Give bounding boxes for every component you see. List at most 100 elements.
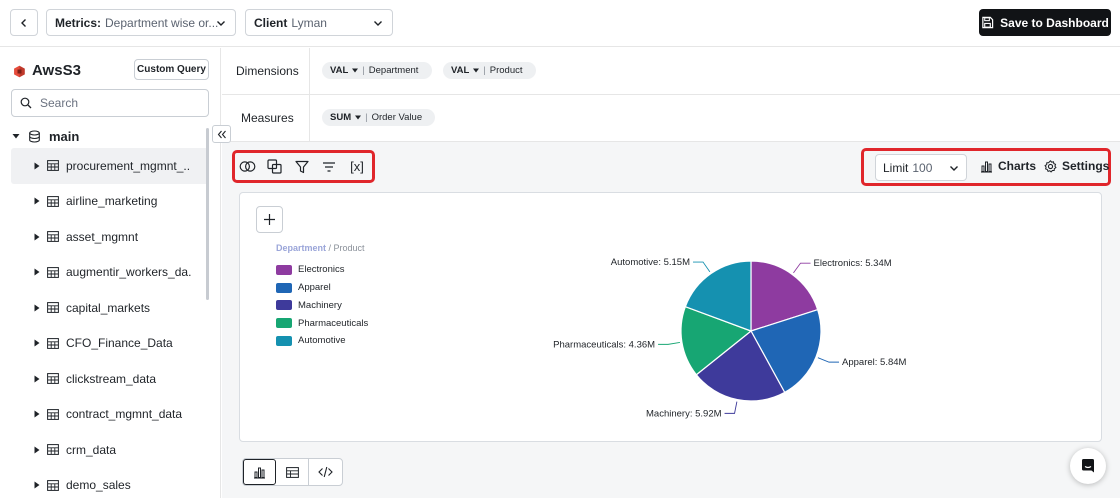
- caret-down-icon: [473, 68, 480, 73]
- caret-right-icon: [34, 375, 40, 383]
- table-view-button[interactable]: [276, 459, 309, 485]
- pie-data-label: Electronics: 5.34M: [814, 258, 892, 269]
- view-switch: [242, 458, 343, 486]
- source-title: AwsS3: [32, 62, 81, 79]
- table-list: procurement_mgmnt_... airline_marketing …: [11, 148, 209, 498]
- chart-tools: [x]: [232, 150, 375, 183]
- table-name: asset_mgmnt: [66, 229, 139, 244]
- sort-button[interactable]: [320, 158, 337, 175]
- database-name: main: [49, 128, 80, 144]
- bar-chart-icon: [981, 161, 992, 173]
- table-item[interactable]: CFO_Finance_Data: [11, 326, 209, 362]
- chart-controls: Limit 100 Charts Settings: [861, 148, 1111, 186]
- union-icon: [267, 159, 282, 174]
- limit-label: Limit: [883, 160, 909, 175]
- client-select[interactable]: Client Lyman: [245, 9, 393, 36]
- pill-field: Product: [489, 65, 523, 76]
- table-icon: [47, 373, 59, 385]
- sidebar-scrollbar[interactable]: [206, 128, 209, 300]
- table-name: augmentir_workers_da...: [66, 265, 191, 280]
- metrics-value: Department wise or...: [105, 15, 219, 30]
- pie-label-leader: [658, 342, 680, 345]
- table-item[interactable]: clickstream_data: [11, 361, 209, 397]
- table-icon: [47, 160, 59, 172]
- table-name: demo_sales: [66, 478, 131, 493]
- table-icon: [285, 466, 299, 478]
- join-icon: [239, 161, 256, 172]
- caret-down-icon: [355, 115, 362, 120]
- database-icon: [29, 129, 40, 143]
- chat-icon: [1082, 459, 1094, 473]
- sort-icon: [322, 161, 335, 172]
- table-item[interactable]: airline_marketing: [11, 184, 209, 220]
- caret-down-icon: [12, 134, 20, 139]
- table-icon: [47, 444, 59, 456]
- pie-label-leader: [817, 357, 840, 363]
- table-icon: [47, 266, 59, 278]
- dimensions-row: Dimensions VAL | Department VAL | Produc…: [222, 48, 1120, 95]
- double-chevron-left-icon: [217, 130, 226, 138]
- dimension-pill[interactable]: VAL | Product: [443, 62, 536, 79]
- back-button[interactable]: [10, 9, 38, 36]
- custom-query-button[interactable]: Custom Query: [134, 59, 209, 80]
- collapse-sidebar-button[interactable]: [212, 125, 231, 143]
- chevron-left-icon: [21, 18, 26, 27]
- table-item[interactable]: procurement_mgmnt_...: [11, 148, 209, 184]
- caret-down-icon: [352, 68, 359, 73]
- limit-select[interactable]: Limit 100: [875, 154, 967, 181]
- search-icon: [20, 97, 32, 109]
- pill-field: Department: [368, 65, 419, 76]
- dimension-pill[interactable]: VAL | Department: [322, 62, 432, 79]
- table-item[interactable]: capital_markets: [11, 290, 209, 326]
- table-name: capital_markets: [66, 300, 151, 315]
- search-box[interactable]: [11, 89, 209, 117]
- chat-button[interactable]: [1070, 448, 1106, 484]
- charts-label: Charts: [998, 159, 1037, 173]
- chevron-down-icon: [217, 21, 225, 26]
- table-name: crm_data: [66, 442, 117, 457]
- save-to-dashboard-button[interactable]: Save to Dashboard: [979, 9, 1111, 36]
- pie-label-leader: [793, 262, 811, 274]
- pie-label-leader: [724, 401, 738, 414]
- table-icon: [47, 231, 59, 243]
- aws-s3-logo-icon: [14, 65, 25, 78]
- union-button[interactable]: [266, 158, 283, 175]
- table-name: contract_mgmnt_data: [66, 407, 183, 422]
- divider: [309, 48, 310, 95]
- measures-row: Measures SUM | Order Value: [222, 95, 1120, 142]
- pie-data-label: Apparel: 5.84M: [842, 357, 907, 368]
- filter-button[interactable]: [293, 158, 310, 175]
- caret-right-icon: [34, 481, 40, 489]
- table-item[interactable]: asset_mgmnt: [11, 219, 209, 255]
- measure-pill[interactable]: SUM | Order Value: [322, 109, 435, 126]
- table-icon: [47, 408, 59, 420]
- caret-right-icon: [34, 446, 40, 454]
- code-icon: [318, 466, 333, 478]
- code-view-button[interactable]: [309, 459, 342, 485]
- top-bar: Metrics: Department wise or... Client Ly…: [0, 0, 1120, 47]
- caret-right-icon: [34, 197, 40, 205]
- pill-separator: |: [365, 112, 368, 123]
- save-icon: [982, 16, 994, 29]
- table-item[interactable]: crm_data: [11, 432, 209, 468]
- pill-aggregation: VAL: [330, 65, 349, 76]
- pill-separator: |: [362, 65, 365, 76]
- table-item[interactable]: contract_mgmnt_data: [11, 397, 209, 433]
- caret-right-icon: [34, 410, 40, 418]
- charts-button[interactable]: Charts: [980, 159, 1036, 173]
- pie-data-label: Automotive: 5.15M: [611, 257, 690, 268]
- search-input[interactable]: [40, 96, 200, 110]
- table-item[interactable]: demo_sales: [11, 468, 209, 498]
- variables-button[interactable]: [x]: [347, 158, 367, 175]
- table-item[interactable]: augmentir_workers_da...: [11, 255, 209, 291]
- join-button[interactable]: [239, 158, 256, 175]
- chart-view-button[interactable]: [243, 459, 276, 485]
- sidebar: AwsS3 Custom Query main procurement_mgmn…: [0, 48, 221, 498]
- table-icon: [47, 479, 59, 491]
- settings-button[interactable]: Settings: [1044, 159, 1109, 173]
- pie-label-leader: [693, 261, 711, 273]
- divider: [309, 95, 310, 142]
- table-name: airline_marketing: [66, 194, 158, 209]
- metrics-select[interactable]: Metrics: Department wise or...: [46, 9, 236, 36]
- database-row[interactable]: main: [12, 126, 79, 146]
